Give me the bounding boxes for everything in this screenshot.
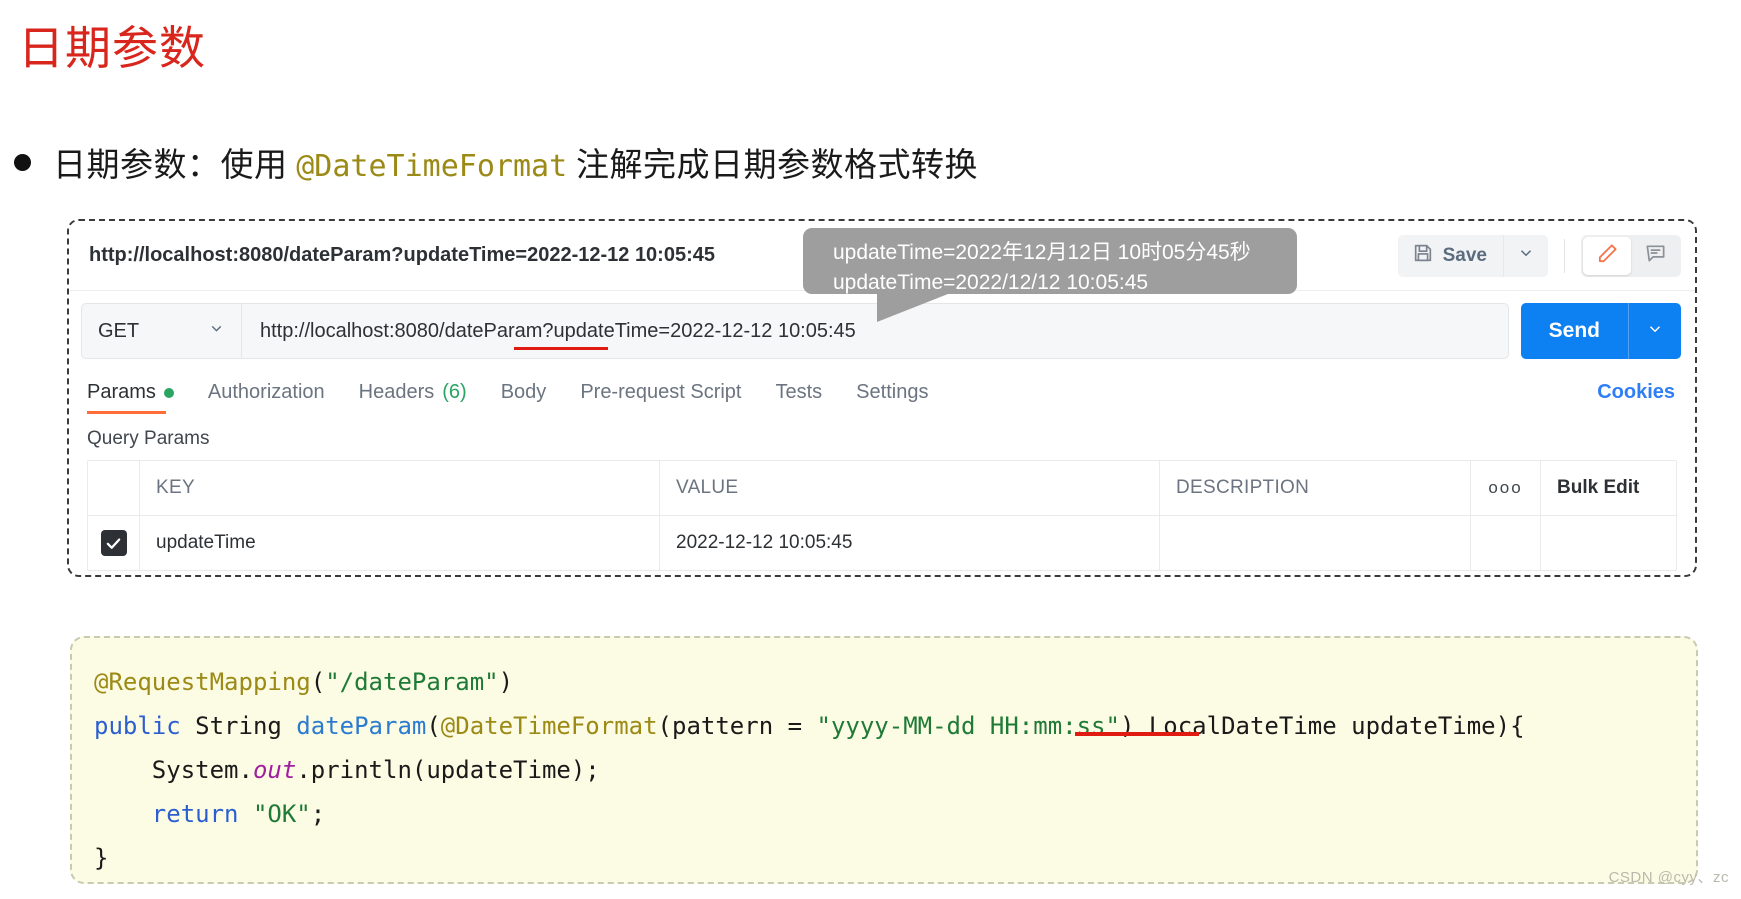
bullet-prefix: 日期参数：使用 bbox=[53, 148, 297, 184]
header-key: KEY bbox=[140, 461, 660, 515]
row-bulk-cell bbox=[1541, 516, 1676, 570]
page-title: 日期参数 bbox=[18, 23, 206, 74]
tab-body-label: Body bbox=[500, 381, 547, 403]
cookies-link[interactable]: Cookies bbox=[1597, 381, 1675, 414]
edit-pencil-button[interactable] bbox=[1583, 236, 1631, 275]
http-method-select[interactable]: GET bbox=[81, 303, 241, 359]
code-sysout-prefix: System. bbox=[94, 756, 253, 784]
code-line-4: return "OK"; bbox=[94, 792, 1696, 836]
chevron-down-icon bbox=[1517, 244, 1535, 267]
watermark: CSDN @cyy、zc bbox=[1608, 869, 1729, 886]
chevron-down-icon bbox=[208, 320, 225, 343]
save-button-group: Save bbox=[1397, 234, 1548, 277]
http-method-label: GET bbox=[98, 319, 140, 342]
comment-button[interactable] bbox=[1631, 237, 1679, 275]
view-toggle-group bbox=[1581, 234, 1681, 277]
table-row: updateTime 2022-12-12 10:05:45 bbox=[88, 516, 1676, 571]
code-p2: (pattern = bbox=[657, 712, 817, 740]
tab-settings[interactable]: Settings bbox=[856, 377, 928, 414]
url-input[interactable]: http://localhost:8080/dateParam?updateTi… bbox=[241, 303, 1509, 359]
url-red-underline-annotation bbox=[514, 347, 608, 350]
row-description[interactable] bbox=[1160, 516, 1471, 570]
row-value[interactable]: 2022-12-12 10:05:45 bbox=[660, 516, 1160, 570]
params-modified-dot-icon bbox=[163, 387, 174, 398]
code-paren-close: ) bbox=[498, 668, 514, 696]
code-semicolon: ; bbox=[310, 800, 326, 828]
bullet-text: 日期参数：使用 @DateTimeFormat 注解完成日期参数格式转换 bbox=[53, 138, 978, 186]
tab-params[interactable]: Params bbox=[87, 377, 174, 414]
save-button[interactable]: Save bbox=[1398, 235, 1503, 277]
code-annotation: @RequestMapping bbox=[94, 668, 311, 696]
code-keyword-return: return bbox=[94, 800, 253, 828]
code-line-1: @RequestMapping("/dateParam") bbox=[94, 660, 1696, 704]
tab-params-label: Params bbox=[87, 381, 156, 403]
send-button[interactable]: Send bbox=[1521, 303, 1628, 359]
code-paren-open: ( bbox=[310, 668, 326, 696]
url-text: http://localhost:8080/dateParam?updateTi… bbox=[260, 319, 856, 342]
tab-pre-request-script-label: Pre-request Script bbox=[580, 381, 742, 403]
row-checkbox[interactable] bbox=[100, 530, 127, 556]
callout-line-1: updateTime=2022年12月12日 10时05分45秒 bbox=[833, 241, 1251, 264]
tab-headers-label: Headers bbox=[358, 381, 435, 403]
bullet-annotation: @DateTimeFormat bbox=[296, 149, 568, 184]
code-red-underline-annotation bbox=[1075, 732, 1199, 736]
header-checkbox-cell bbox=[88, 461, 140, 515]
query-params-label: Query Params bbox=[87, 428, 210, 449]
callout-tail bbox=[877, 292, 953, 322]
row-key[interactable]: updateTime bbox=[140, 516, 660, 570]
row-more-cell bbox=[1471, 516, 1541, 570]
code-line-3: System.out.println(updateTime); bbox=[94, 748, 1696, 792]
annotation-callout: updateTime=2022年12月12日 10时05分45秒 updateT… bbox=[803, 228, 1297, 322]
chevron-down-icon bbox=[1646, 320, 1664, 343]
tab-tests[interactable]: Tests bbox=[775, 377, 822, 414]
code-datetimeformat-annotation: @DateTimeFormat bbox=[440, 712, 658, 740]
tab-authorization[interactable]: Authorization bbox=[208, 377, 325, 414]
save-button-label: Save bbox=[1442, 244, 1487, 266]
code-out-field: out bbox=[252, 756, 297, 784]
row-checkbox-cell bbox=[88, 516, 140, 570]
tab-pre-request-script[interactable]: Pre-request Script bbox=[580, 377, 741, 414]
code-println-call: .println(updateTime); bbox=[296, 756, 600, 784]
code-method-name: dateParam bbox=[296, 712, 427, 740]
send-button-group: Send bbox=[1520, 303, 1681, 359]
bulk-edit-button[interactable]: Bulk Edit bbox=[1541, 461, 1676, 515]
code-string: "/dateParam" bbox=[325, 668, 499, 696]
code-return-string: "OK" bbox=[252, 800, 311, 828]
header-description: DESCRIPTION bbox=[1160, 461, 1471, 515]
query-params-table: KEY VALUE DESCRIPTION ooo Bulk Edit upda… bbox=[87, 460, 1677, 571]
send-dropdown-button[interactable] bbox=[1628, 303, 1681, 359]
request-tabs: Params Authorization Headers (6) Body Pr… bbox=[69, 371, 1695, 414]
header-value: VALUE bbox=[660, 461, 1160, 515]
request-actions: Save bbox=[1397, 234, 1681, 277]
tab-headers-count: (6) bbox=[442, 381, 467, 403]
comment-icon bbox=[1644, 242, 1667, 270]
tab-headers[interactable]: Headers (6) bbox=[359, 377, 467, 414]
tab-settings-label: Settings bbox=[856, 381, 929, 403]
code-p1: ( bbox=[426, 712, 441, 740]
code-line-2: public String dateParam(@DateTimeFormat(… bbox=[94, 704, 1696, 748]
code-line-5: } bbox=[94, 844, 109, 872]
save-dropdown-button[interactable] bbox=[1503, 234, 1548, 277]
floppy-disk-icon bbox=[1412, 242, 1434, 270]
toolbar-divider bbox=[1564, 238, 1565, 273]
pencil-icon bbox=[1596, 242, 1619, 270]
bullet-line: 日期参数：使用 @DateTimeFormat 注解完成日期参数格式转换 bbox=[14, 138, 978, 186]
table-header-row: KEY VALUE DESCRIPTION ooo Bulk Edit bbox=[88, 461, 1676, 516]
table-more-options-button[interactable]: ooo bbox=[1471, 461, 1541, 515]
bullet-suffix: 注解完成日期参数格式转换 bbox=[567, 148, 978, 184]
code-block: @RequestMapping("/dateParam") public Str… bbox=[70, 636, 1698, 884]
code-type: String bbox=[180, 712, 297, 740]
tab-body[interactable]: Body bbox=[501, 377, 547, 414]
bullet-dot-icon bbox=[14, 153, 31, 171]
tab-authorization-label: Authorization bbox=[207, 381, 325, 403]
tab-tests-label: Tests bbox=[775, 381, 823, 403]
code-keyword-public: public bbox=[94, 712, 181, 740]
